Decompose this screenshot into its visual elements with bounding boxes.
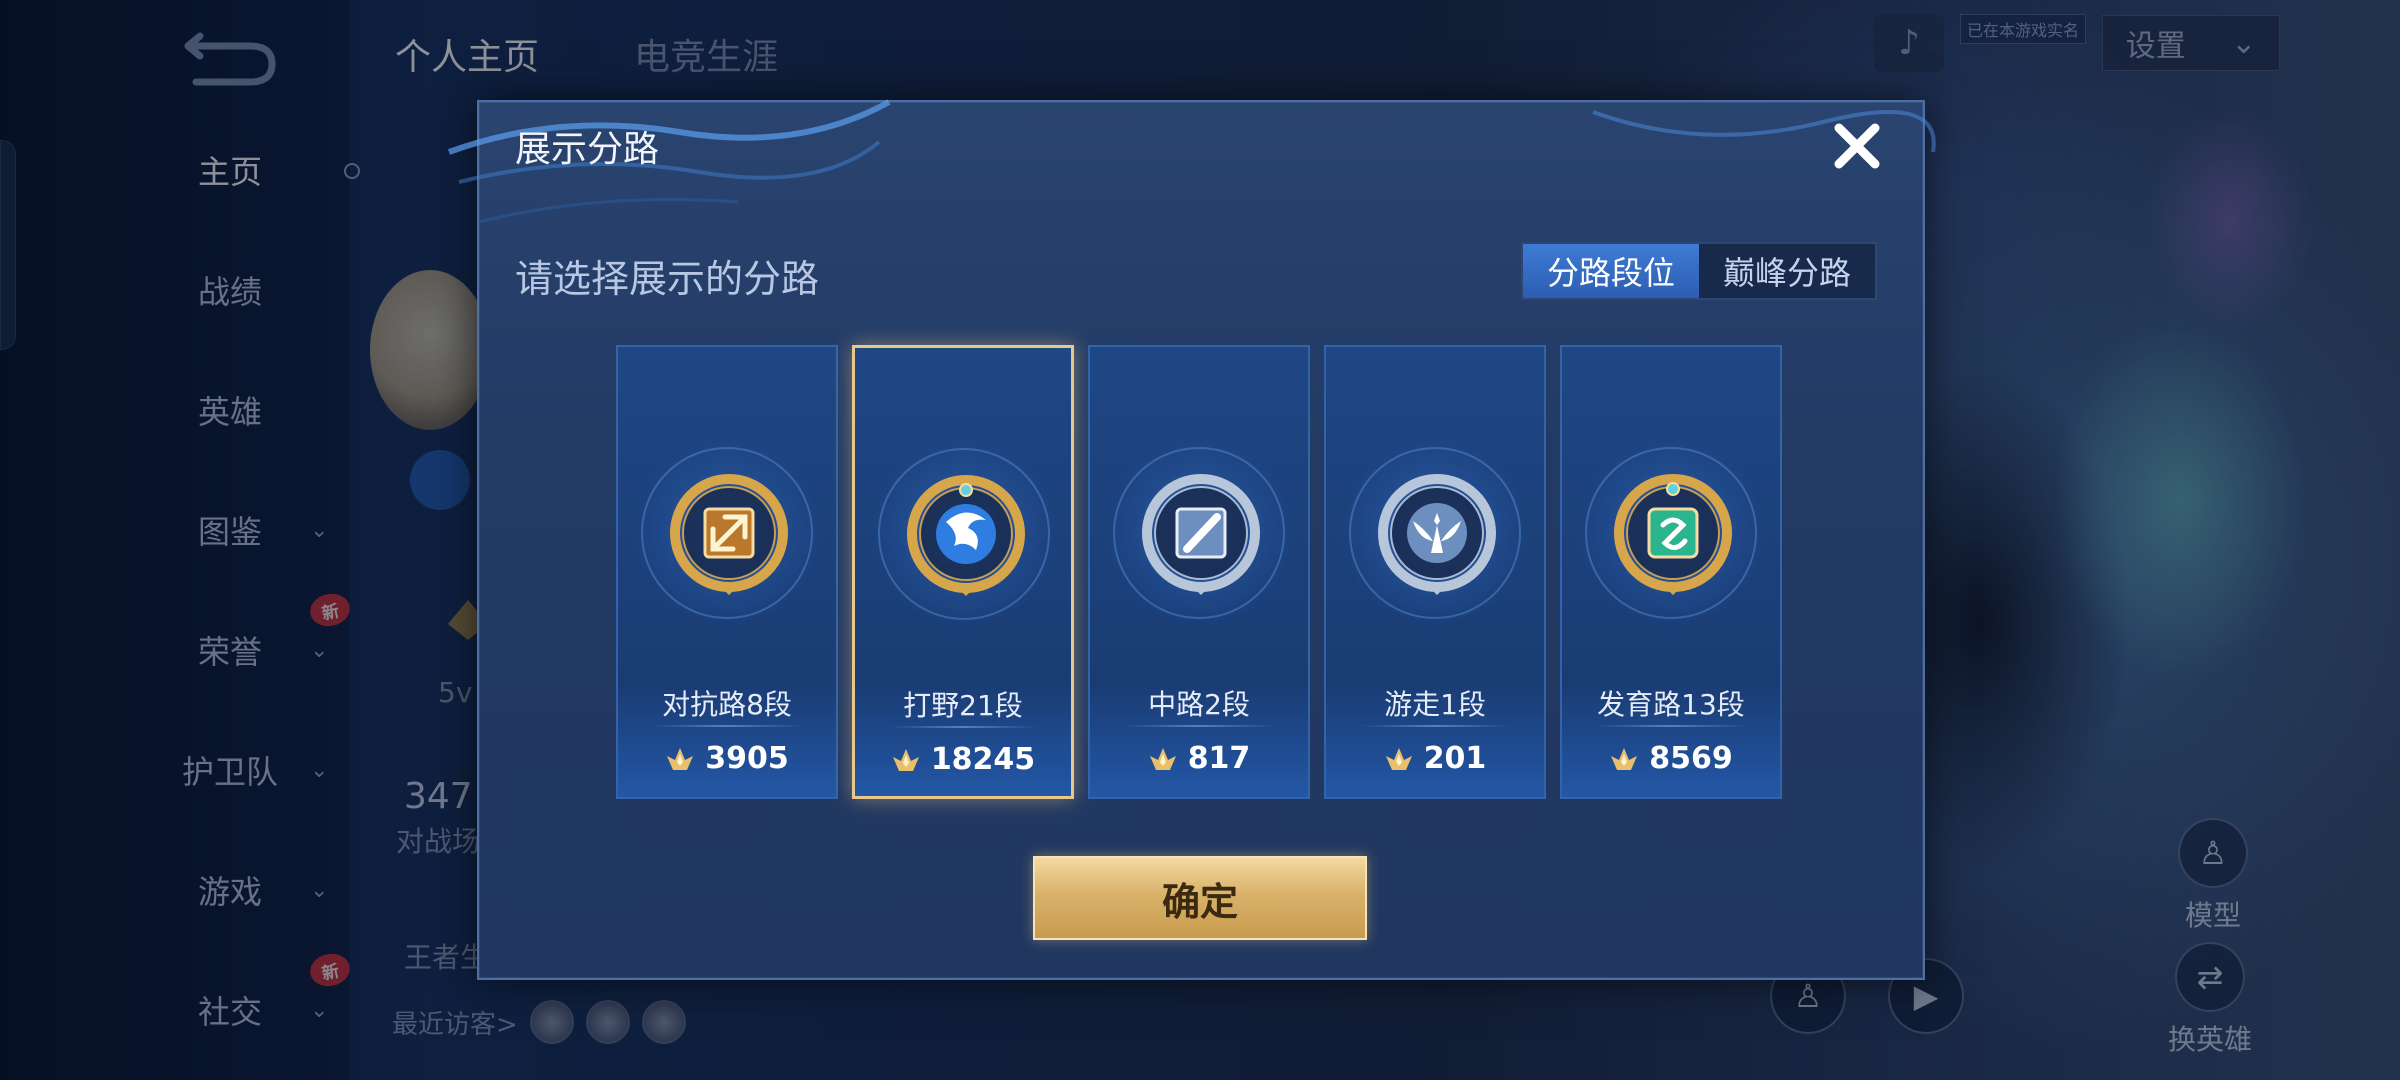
rank-points-icon	[1149, 747, 1176, 770]
mode-toggle: 分路段位 巅峰分路	[1521, 242, 1877, 300]
lane-score: 8569	[1562, 741, 1780, 776]
lane-card-slot: 发育路13段 8569	[1560, 345, 1782, 799]
divider	[1596, 725, 1746, 727]
clash-lane-icon	[665, 469, 793, 597]
lane-card-slot: 对抗路8段 3905	[616, 345, 838, 799]
lane-card[interactable]: 游走1段 201	[1324, 345, 1546, 799]
ribbon-decoration	[1592, 110, 1936, 153]
rank-points-icon	[1611, 747, 1638, 770]
lane-rank-label: 打野21段	[903, 689, 1023, 722]
lane-score: 3905	[618, 741, 836, 776]
close-button[interactable]	[1825, 114, 1889, 178]
lane-card[interactable]: 打野21段 18245	[852, 345, 1074, 799]
lane-rank-label: 游走1段	[1384, 688, 1486, 721]
ribbon-decoration	[447, 99, 891, 224]
lane-rank-label: 中路2段	[1148, 688, 1250, 721]
close-icon	[1834, 123, 1880, 169]
lane-rank-label: 对抗路8段	[662, 688, 792, 721]
farm-lane-icon	[1609, 469, 1737, 597]
jungle-dragon-icon	[902, 470, 1030, 598]
rank-points-icon	[667, 747, 694, 770]
tab-peak-lane[interactable]: 巅峰分路	[1699, 244, 1875, 298]
lane-card-slot: 游走1段 201	[1324, 345, 1546, 799]
mid-lane-icon	[1137, 469, 1265, 597]
lane-score: 201	[1326, 741, 1544, 776]
divider	[1360, 725, 1510, 727]
lane-display-dialog: 展示分路 请选择展示的分路 分路段位 巅峰分路 对抗路8段 3905 打野21段 18…	[447, 99, 1936, 980]
dialog-subtitle: 请选择展示的分路	[515, 257, 820, 301]
lane-card-slot: 中路2段 817	[1088, 345, 1310, 799]
divider	[652, 725, 802, 727]
lane-score-value: 3905	[705, 741, 789, 776]
lane-rank-label: 发育路13段	[1597, 688, 1745, 721]
rank-points-icon	[892, 748, 919, 771]
divider	[889, 726, 1037, 728]
lane-score-value: 817	[1187, 741, 1251, 776]
confirm-button[interactable]: 确定	[1033, 856, 1367, 940]
rank-points-icon	[1385, 747, 1412, 770]
lane-score-value: 8569	[1649, 741, 1733, 776]
lane-score-value: 201	[1423, 741, 1487, 776]
lane-card[interactable]: 发育路13段 8569	[1560, 345, 1782, 799]
lane-score: 817	[1090, 741, 1308, 776]
lane-card[interactable]: 中路2段 817	[1088, 345, 1310, 799]
lane-score: 18245	[855, 742, 1071, 777]
lane-score-value: 18245	[930, 742, 1036, 777]
divider	[1124, 725, 1274, 727]
lane-card-slot: 打野21段 18245	[852, 345, 1074, 799]
dialog-title: 展示分路	[515, 129, 660, 170]
tab-lane-rank[interactable]: 分路段位	[1523, 244, 1699, 298]
lane-card[interactable]: 对抗路8段 3905	[616, 345, 838, 799]
roam-wings-icon	[1373, 469, 1501, 597]
